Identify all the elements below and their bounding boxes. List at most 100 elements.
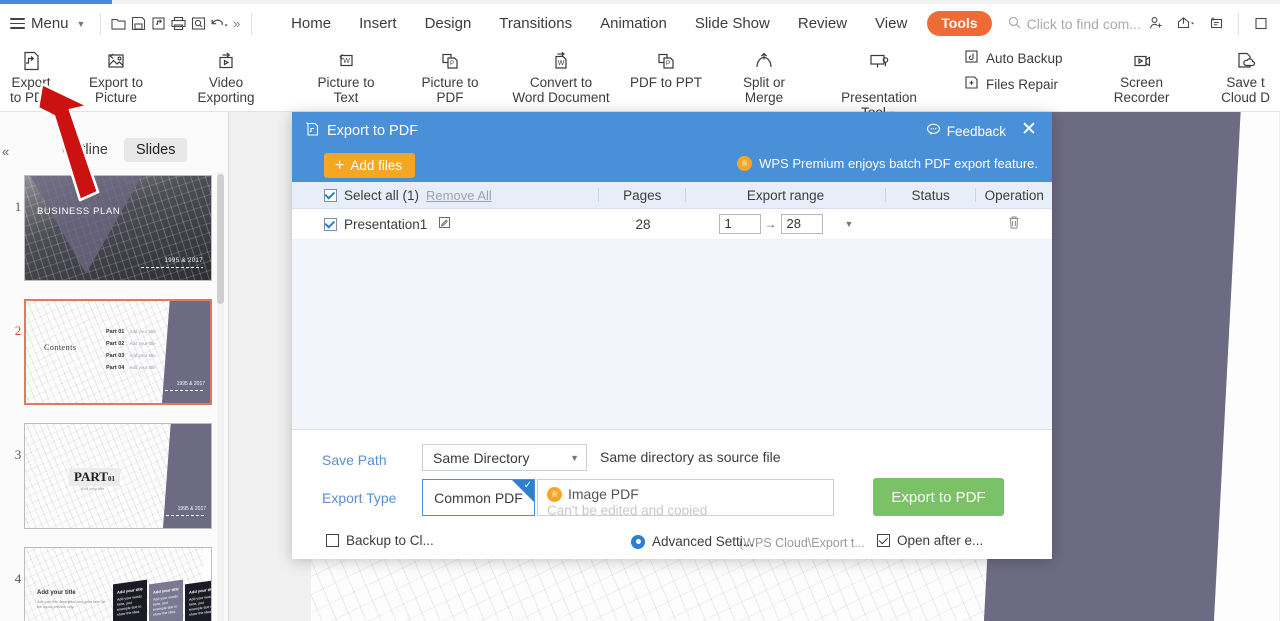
ribbon-split-or-merge[interactable]: Split or Merge — [712, 43, 816, 105]
split-merge-icon — [752, 47, 776, 75]
slide-thumbnail-3[interactable]: PART01 Add your title 1995 & 2017 — [24, 423, 212, 529]
convert-to-word-icon: W — [549, 47, 573, 75]
tab-insert[interactable]: Insert — [345, 8, 411, 40]
print-preview-icon[interactable] — [189, 10, 209, 38]
tab-review[interactable]: Review — [784, 8, 861, 40]
search-input[interactable]: Click to find com... — [1008, 16, 1141, 32]
ribbon-split-or-merge-label: Split or Merge — [742, 75, 786, 105]
ribbon-presentation-tool[interactable]: Presentation Tool▼ — [816, 43, 942, 122]
minimize-icon[interactable] — [1246, 10, 1276, 38]
part-number: 01 — [107, 475, 115, 483]
ribbon-auto-backup[interactable]: Auto Backup — [964, 49, 1063, 67]
card-heading: Add your title — [153, 586, 179, 595]
rename-pencil-icon[interactable] — [438, 216, 451, 232]
list-item[interactable]: 1 BUSINESS PLAN 1995 & 2017 — [0, 169, 229, 293]
panel-tab-outline[interactable]: Outline — [50, 138, 120, 162]
share-icon[interactable] — [1171, 10, 1201, 38]
ribbon-backup-group: Auto Backup Files Repair — [954, 43, 1073, 93]
share-user-icon[interactable] — [1141, 10, 1171, 38]
export-type-common-pdf[interactable]: Common PDF ✓ — [422, 479, 535, 516]
backup-to-cloud-checkbox[interactable] — [326, 534, 339, 547]
check-icon: ✓ — [523, 480, 532, 491]
main-menu-button[interactable]: Menu ▼ — [0, 9, 93, 39]
slide-thumbnail-1[interactable]: BUSINESS PLAN 1995 & 2017 — [24, 175, 212, 281]
list-item[interactable]: 3 PART01 Add your title 1995 & 2017 — [0, 417, 229, 541]
part-text: Add your title — [129, 329, 156, 334]
save-path-select[interactable]: Same Directory ▼ — [422, 444, 587, 471]
feedback-button[interactable]: Feedback — [926, 122, 1006, 140]
tab-slide-show[interactable]: Slide Show — [681, 8, 784, 40]
ribbon-convert-to-word[interactable]: W Convert to Word Document — [502, 43, 620, 105]
file-table-header: Select all (1) Remove All Pages Export r… — [292, 182, 1052, 209]
list-item[interactable]: 4 Add your title Add your title descript… — [0, 541, 229, 621]
thumb-art: BUSINESS PLAN 1995 & 2017 — [25, 176, 211, 280]
export-type-image-pdf-label: Image PDF — [568, 486, 639, 502]
divider — [141, 267, 203, 268]
print-icon[interactable] — [169, 10, 189, 38]
range-from-input[interactable]: 1 — [718, 214, 761, 234]
ribbon-files-repair[interactable]: Files Repair — [964, 75, 1063, 93]
trash-icon[interactable] — [1007, 215, 1021, 233]
pdf-to-ppt-icon: P — [654, 47, 678, 75]
save-as-icon[interactable] — [148, 10, 168, 38]
ribbon-picture-to-text[interactable]: W Picture to Text — [294, 43, 398, 105]
undo-icon[interactable] — [209, 10, 229, 38]
range-dropdown-icon[interactable]: ▼ — [845, 219, 854, 229]
premium-notice-label: WPS Premium enjoys batch PDF export feat… — [759, 156, 1038, 171]
more-quick-access-icon[interactable]: » — [229, 16, 244, 31]
list-item[interactable]: 2 Contents Part 01 Add your title Part 02… — [0, 293, 229, 417]
select-all-checkbox[interactable] — [324, 188, 337, 202]
ribbon-video-exporting[interactable]: Video Exporting — [170, 43, 282, 105]
screen-recorder-icon — [1129, 47, 1155, 75]
tab-design[interactable]: Design — [411, 8, 486, 40]
close-icon[interactable]: ✕ — [1018, 120, 1040, 142]
add-files-label: Add files — [350, 158, 403, 173]
slide-thumbnail-list[interactable]: 1 BUSINESS PLAN 1995 & 2017 2 Contents P… — [0, 169, 229, 621]
export-to-picture-icon — [104, 47, 128, 75]
tab-animation[interactable]: Animation — [586, 8, 681, 40]
tab-home[interactable]: Home — [277, 8, 345, 40]
ribbon-picture-to-pdf[interactable]: P Picture to PDF — [398, 43, 502, 105]
open-folder-icon[interactable] — [108, 10, 128, 38]
ribbon-export-to-pdf[interactable]: Export to PDF — [0, 43, 62, 105]
ribbon-export-to-picture[interactable]: Export to Picture — [62, 43, 170, 105]
tab-view[interactable]: View — [861, 8, 921, 40]
add-files-button[interactable]: + Add files — [324, 153, 416, 178]
ribbon-save-to-cloud[interactable]: Save t Cloud D — [1211, 43, 1280, 105]
collapse-chevron-icon[interactable]: « — [2, 144, 9, 159]
ribbon-screen-recorder[interactable]: Screen Recorder — [1085, 43, 1199, 105]
hamburger-icon — [10, 15, 25, 32]
table-row[interactable]: Presentation1 28 1 → 28 ▼ — [292, 209, 1052, 240]
open-after-export-checkbox[interactable] — [877, 534, 890, 547]
thumb-art: Contents Part 01 Add your title Part 02 Ad… — [26, 301, 210, 403]
backup-to-cloud-option[interactable]: Backup to Cl... — [326, 533, 434, 548]
select-all-cell: Select all (1) Remove All — [292, 188, 598, 203]
card-text: Add your words here, just example text t… — [117, 594, 142, 617]
panel-scrollbar-thumb[interactable] — [217, 174, 224, 304]
tab-transitions[interactable]: Transitions — [485, 8, 586, 40]
slide-thumbnail-4[interactable]: Add your title Add your title descriptio… — [24, 547, 212, 621]
export-to-pdf-button[interactable]: Export to PDF — [873, 478, 1004, 516]
open-after-export-option[interactable]: Open after e... — [877, 533, 983, 548]
comment-icon[interactable] — [1201, 10, 1231, 38]
remove-all-link[interactable]: Remove All — [426, 188, 492, 203]
picture-to-pdf-icon: P — [438, 47, 462, 75]
save-path-hint: Same directory as source file — [600, 449, 781, 465]
advanced-settings-button[interactable]: Advanced Setti... — [631, 534, 754, 549]
range-to-input[interactable]: 28 — [780, 214, 823, 234]
titlebar-actions — [1141, 10, 1280, 38]
slide-thumbnail-2[interactable]: Contents Part 01 Add your title Part 02 Ad… — [24, 299, 212, 405]
slide-title: BUSINESS PLAN — [37, 206, 121, 217]
panel-tab-slides[interactable]: Slides — [123, 138, 188, 162]
pages-cell: 28 — [635, 216, 651, 232]
gear-icon — [631, 534, 645, 549]
thumb-art: PART01 Add your title 1995 & 2017 — [25, 424, 211, 528]
part-label: Part 04 — [106, 365, 125, 371]
row-checkbox[interactable] — [324, 217, 337, 231]
ribbon-pdf-to-ppt[interactable]: P PDF to PPT — [620, 43, 712, 90]
ribbon-screen-recorder-label: Screen Recorder — [1113, 75, 1170, 105]
export-type-image-pdf[interactable]: ♕ Image PDF Can't be edited and copied — [537, 479, 834, 516]
save-icon[interactable] — [128, 10, 148, 38]
divider — [165, 390, 205, 391]
tab-tools[interactable]: Tools — [927, 11, 992, 36]
